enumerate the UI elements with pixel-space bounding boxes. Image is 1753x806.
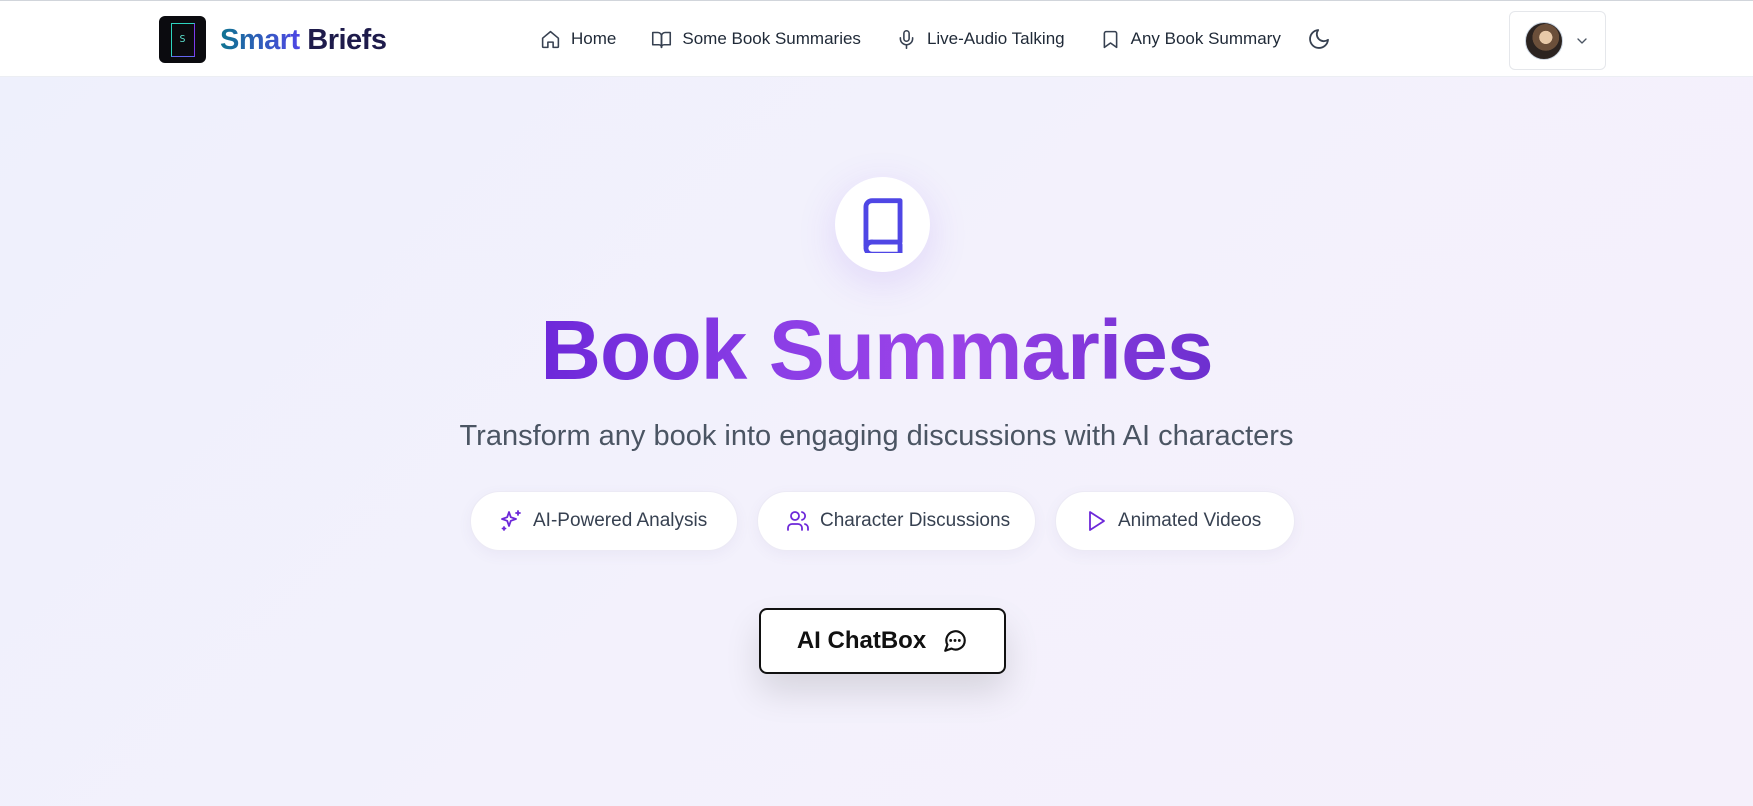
chevron-down-icon xyxy=(1577,37,1587,44)
feature-pill-label: Animated Videos xyxy=(1118,510,1262,531)
nav-any-book-summary-label: Any Book Summary xyxy=(1130,29,1281,48)
sparkles-icon xyxy=(501,510,521,531)
feature-pill-label: Character Discussions xyxy=(820,510,1011,531)
page-title-text: Book Summaries xyxy=(540,303,1213,397)
theme-toggle-button[interactable] xyxy=(1307,27,1333,53)
main-nav: Home Some Book Summaries Live-Audio Talk… xyxy=(540,23,1316,55)
message-circle-icon xyxy=(944,630,967,652)
nav-home-label: Home xyxy=(571,29,617,48)
play-icon xyxy=(1089,511,1105,531)
ai-chatbox-label: AI ChatBox xyxy=(796,627,927,654)
hero-book-badge xyxy=(835,177,930,272)
users-icon xyxy=(787,511,809,531)
nav-some-book-summaries[interactable]: Some Book Summaries xyxy=(651,29,861,50)
nav-home[interactable]: Home xyxy=(540,29,616,50)
feature-pill-ai-powered-analysis: AI-Powered Analysis xyxy=(470,491,738,551)
microphone-icon xyxy=(899,29,914,49)
page-subtitle: Transform any book into engaging discuss… xyxy=(459,420,1294,452)
bookmark-icon xyxy=(1103,30,1118,48)
feature-pill-label: AI-Powered Analysis xyxy=(533,510,708,531)
book-icon xyxy=(863,197,902,253)
feature-pill-animated-videos: Animated Videos xyxy=(1055,491,1295,551)
home-icon xyxy=(541,30,560,48)
nav-live-audio-talking[interactable]: Live-Audio Talking xyxy=(896,29,1065,50)
brand-name-part2: Briefs xyxy=(307,24,387,56)
nav-any-book-summary[interactable]: Any Book Summary xyxy=(1100,29,1281,50)
book-open-icon xyxy=(652,31,672,48)
moon-icon xyxy=(1309,29,1329,49)
user-menu-button[interactable] xyxy=(1509,11,1606,70)
brand-name[interactable]: Smart Briefs xyxy=(220,21,387,59)
nav-live-audio-talking-label: Live-Audio Talking xyxy=(926,29,1065,48)
ai-chatbox-button[interactable]: AI ChatBox xyxy=(759,608,1006,674)
brand-name-part1: Smart xyxy=(220,24,300,56)
page-title: Book Summaries xyxy=(0,300,1753,400)
logo-mark: S xyxy=(170,22,195,57)
nav-some-book-summaries-label: Some Book Summaries xyxy=(682,29,861,48)
avatar xyxy=(1525,21,1563,60)
logo[interactable]: S xyxy=(159,16,206,63)
top-navbar: S Smart Briefs Home Some Book Summaries … xyxy=(0,0,1753,77)
feature-pill-character-discussions: Character Discussions xyxy=(757,491,1036,551)
